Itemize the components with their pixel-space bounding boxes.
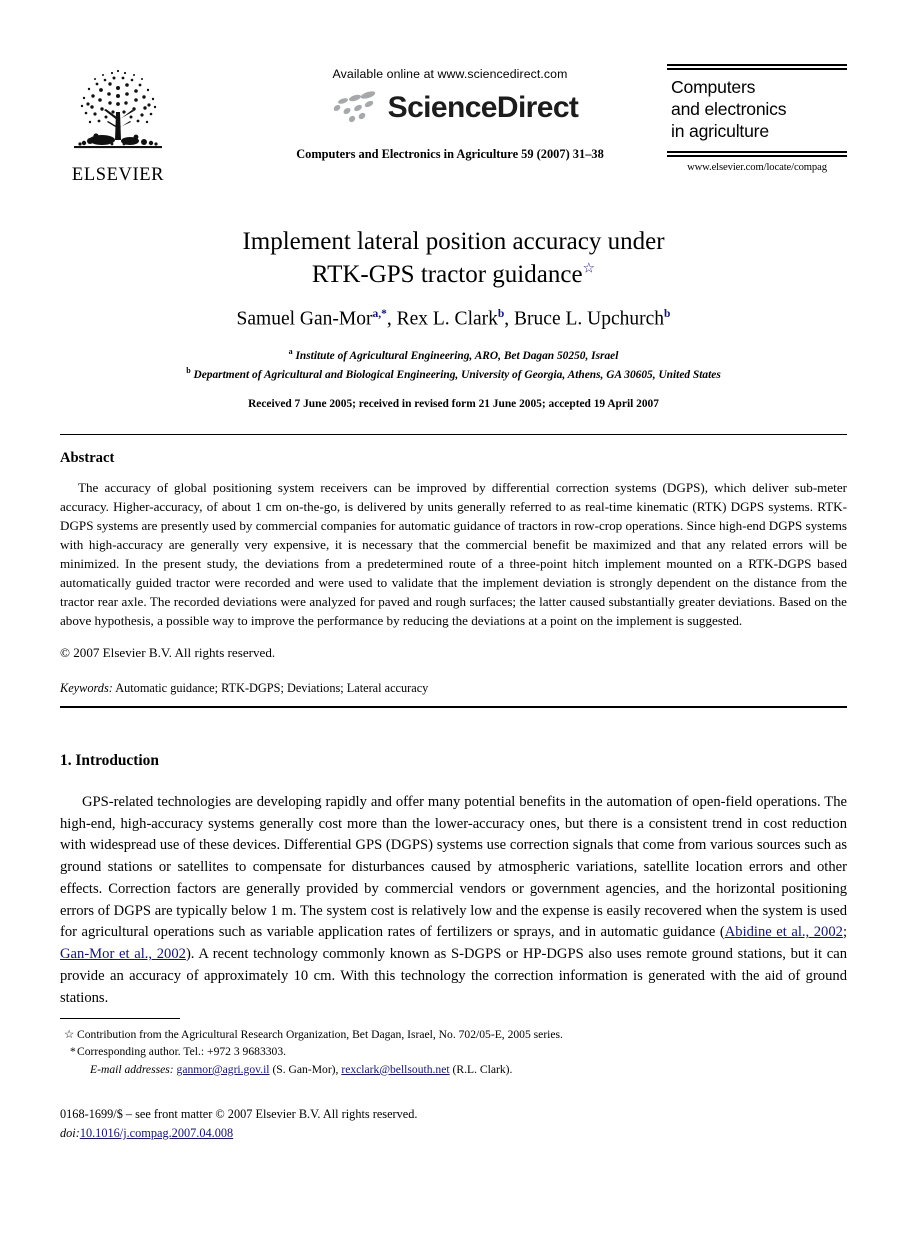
email-owner-1: (S. Gan-Mor), <box>272 1062 339 1076</box>
paper-title-line1: Implement lateral position accuracy unde… <box>242 228 665 255</box>
elsevier-wordmark: ELSEVIER <box>71 165 165 185</box>
received-dates: Received 7 June 2005; received in revise… <box>248 397 659 410</box>
abstract-copyright: © 2007 Elsevier B.V. All rights reserved… <box>60 645 276 661</box>
sciencedirect-block: Available online at www.sciencedirect.co… <box>255 67 645 162</box>
doi-link[interactable]: 10.1016/j.compag.2007.04.008 <box>80 1126 233 1140</box>
email-addresses-label: E-mail addresses: <box>90 1062 174 1076</box>
footnote-separator-rule <box>60 1018 180 1019</box>
page-title: Implement lateral position accuracy unde… <box>60 226 847 291</box>
masthead: ELSEVIER Available online at www.science… <box>60 58 847 203</box>
abstract-body: The accuracy of global positioning syste… <box>60 480 847 629</box>
cover-title: Computers and electronics in agriculture <box>667 70 847 148</box>
author-name-2: Rex L. Clark <box>396 308 498 330</box>
rule-above-abstract <box>60 434 847 435</box>
elsevier-logo: ELSEVIER <box>62 62 174 185</box>
footnote-star-icon: ☆ <box>64 1028 75 1041</box>
keywords-value: Automatic guidance; RTK-DGPS; Deviations… <box>115 680 429 695</box>
citation-separator: ; <box>842 924 847 941</box>
citation-link-ganmor[interactable]: Gan-Mor et al., 2002 <box>60 946 186 962</box>
author-list: Samuel Gan-Mora,*, Rex L. Clark b, Bruce … <box>60 308 847 331</box>
author-separator-2: , <box>504 308 515 330</box>
cover-title-line3: in agriculture <box>671 120 769 141</box>
footnote-asterisk-icon: * <box>70 1045 76 1059</box>
abstract-heading: Abstract <box>60 450 115 466</box>
affiliation-a-text: Institute of Agricultural Engineering, A… <box>295 349 619 362</box>
affiliation-a: a Institute of Agricultural Engineering,… <box>60 346 847 365</box>
author-separator-1: , <box>386 308 397 330</box>
introduction-text-part1: GPS-related technologies are developing … <box>60 794 847 941</box>
introduction-heading: 1. Introduction <box>60 752 159 769</box>
author-name-1: Samuel Gan-Mor <box>236 308 373 330</box>
footnotes: ☆ Contribution from the Agricultural Rese… <box>60 1018 847 1078</box>
rule-below-keywords <box>60 706 847 708</box>
title-footnote-star-icon[interactable]: ☆ <box>583 261 596 276</box>
cover-title-line2: and electronics <box>671 98 787 119</box>
sciencedirect-wordmark: ScienceDirect <box>387 90 579 124</box>
sciencedirect-logo: ScienceDirect <box>255 89 645 127</box>
doi-line: doi:10.1016/j.compag.2007.04.008 <box>60 1124 660 1143</box>
affiliation-b: b Department of Agricultural and Biologi… <box>60 365 847 384</box>
introduction-paragraph: GPS-related technologies are developing … <box>60 792 847 1009</box>
imprint-block: 0168-1699/$ – see front matter © 2007 El… <box>60 1105 660 1143</box>
affiliations: a Institute of Agricultural Engineering,… <box>60 346 847 384</box>
affiliation-a-mark: a <box>288 346 293 356</box>
title-block: Implement lateral position accuracy unde… <box>60 226 847 410</box>
author-name-3: Bruce L. Upchurch <box>514 308 665 330</box>
paper-page: ELSEVIER Available online at www.science… <box>0 0 907 1237</box>
author-1-affiliation-marks[interactable]: a,* <box>372 308 386 320</box>
affiliation-b-text: Department of Agricultural and Biologica… <box>193 368 721 381</box>
footnote-corresponding-text: Corresponding author. Tel.: +972 3 96833… <box>77 1045 287 1059</box>
elsevier-tree-icon <box>74 69 162 149</box>
footnote-contribution: ☆ Contribution from the Agricultural Rese… <box>60 1026 847 1043</box>
available-online-text: Available online at www.sciencedirect.co… <box>332 67 568 81</box>
footnote-contribution-text: Contribution from the Agricultural Resea… <box>77 1028 563 1041</box>
citation-link-abidine[interactable]: Abidine et al., 2002 <box>725 924 843 940</box>
journal-homepage-url[interactable]: www.elsevier.com/locate/compag <box>667 162 847 173</box>
abstract-section: Abstract The accuracy of global position… <box>60 450 847 696</box>
keywords-label: Keywords: <box>60 680 113 695</box>
keywords: Keywords: Automatic guidance; RTK-DGPS; … <box>60 681 847 696</box>
journal-cover: Computers and electronics in agriculture… <box>667 64 847 173</box>
email-owner-2: (R.L. Clark). <box>452 1062 513 1076</box>
email-link-ganmor[interactable]: ganmor@agri.gov.il <box>177 1063 270 1076</box>
introduction-section: 1. Introduction GPS-related technologies… <box>60 752 847 1024</box>
cover-title-line1: Computers <box>671 77 756 97</box>
author-3-affiliation-marks[interactable]: b <box>664 308 670 320</box>
paper-title-line2: RTK-GPS tractor guidance <box>311 260 583 288</box>
footnote-emails: E-mail addresses: ganmor@agri.gov.il (S.… <box>60 1061 847 1078</box>
affiliation-b-mark: b <box>186 365 191 375</box>
email-link-rexclark[interactable]: rexclark@bellsouth.net <box>341 1063 449 1076</box>
issn-line: 0168-1699/$ – see front matter © 2007 El… <box>60 1107 418 1121</box>
journal-citation: Computers and Electronics in Agriculture… <box>296 146 604 161</box>
doi-label: doi: <box>60 1126 80 1141</box>
cover-rule-bottom <box>667 151 847 158</box>
sciencedirect-swoosh-icon <box>333 90 375 122</box>
footnote-corresponding-author: *Corresponding author. Tel.: +972 3 9683… <box>60 1043 847 1060</box>
